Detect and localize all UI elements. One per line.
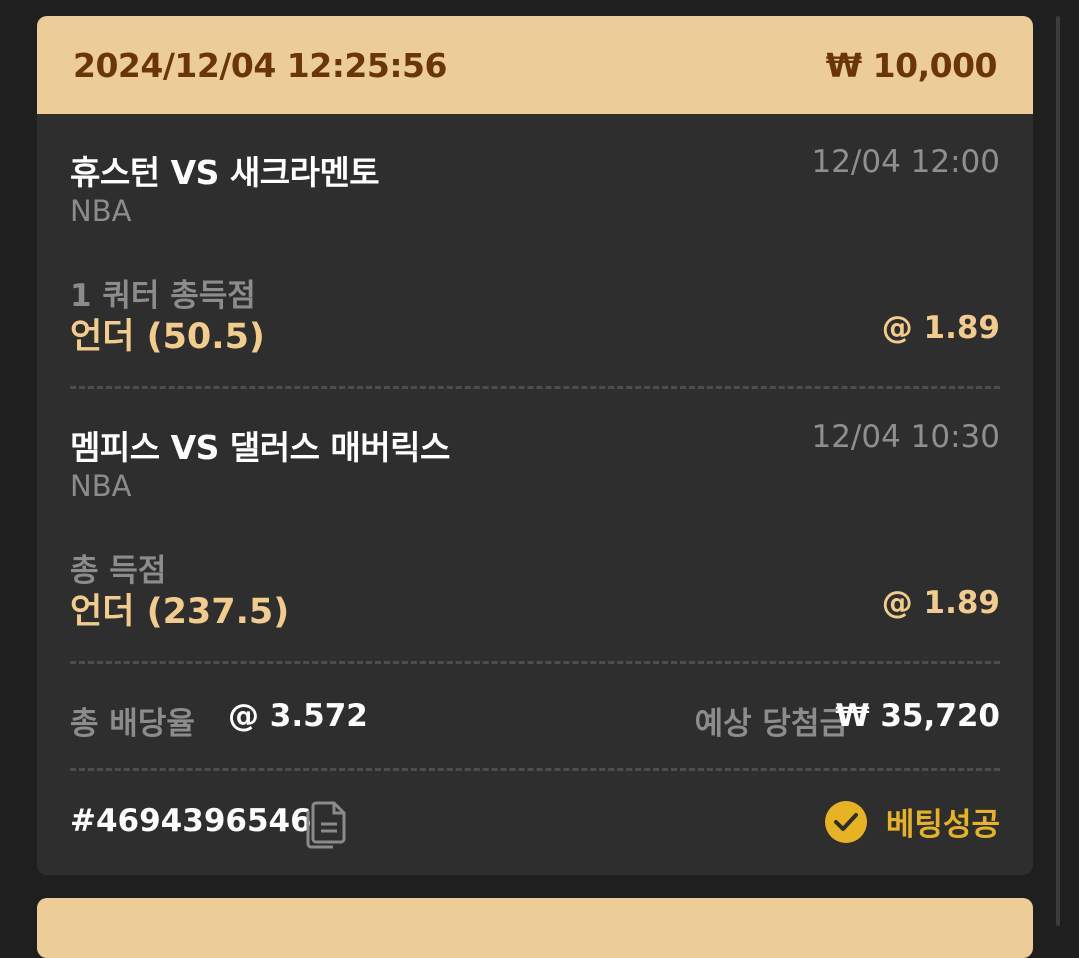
match-title: 휴스턴 VS 새크라멘토 [70, 153, 380, 192]
bet-slip-footer: #4694396546 베팅성공 [70, 771, 1000, 875]
match-date: 12/04 10:30 [811, 419, 1000, 455]
match-date: 12/04 12:00 [811, 144, 1000, 180]
bet-status: 베팅성공 [824, 799, 1000, 844]
odds-summary: 총 배당율 @ 3.572 예상 당첨금 ₩ 35,720 [70, 664, 1000, 768]
scrollbar[interactable] [1056, 16, 1060, 926]
bet-odds: @ 1.89 [881, 585, 1000, 621]
bet-slip-card: 2024/12/04 12:25:56 ₩ 10,000 휴스턴 VS 새크라멘… [37, 16, 1033, 875]
next-bet-slip-card[interactable] [37, 898, 1033, 958]
match-title: 멤피스 VS 댈러스 매버릭스 [70, 428, 450, 467]
bet-datetime: 2024/12/04 12:25:56 [73, 45, 447, 85]
total-odds-value: @ 3.572 [228, 698, 368, 734]
copy-icon[interactable] [304, 797, 350, 849]
bet-pick: 언더 (50.5) [70, 317, 265, 357]
bet-odds: @ 1.89 [881, 310, 1000, 346]
check-circle-icon [824, 800, 868, 844]
stake-amount: ₩ 10,000 [825, 45, 998, 85]
status-text: 베팅성공 [885, 807, 1000, 843]
bet-pick: 언더 (237.5) [70, 592, 290, 632]
bet-slip-header: 2024/12/04 12:25:56 ₩ 10,000 [37, 16, 1033, 114]
expected-win-value: ₩ 35,720 [835, 698, 1000, 734]
total-odds-label: 총 배당율 [70, 706, 195, 742]
league-name: NBA [70, 194, 132, 228]
league-name: NBA [70, 469, 132, 503]
expected-win-label: 예상 당첨금 [694, 706, 848, 742]
bet-item: 멤피스 VS 댈러스 매버릭스 12/04 10:30 NBA 총 득점 언더 … [70, 389, 1000, 661]
ticket-id: #4694396546 [70, 803, 312, 839]
bet-item: 휴스턴 VS 새크라멘토 12/04 12:00 NBA 1 쿼터 총득점 언더… [70, 114, 1000, 386]
